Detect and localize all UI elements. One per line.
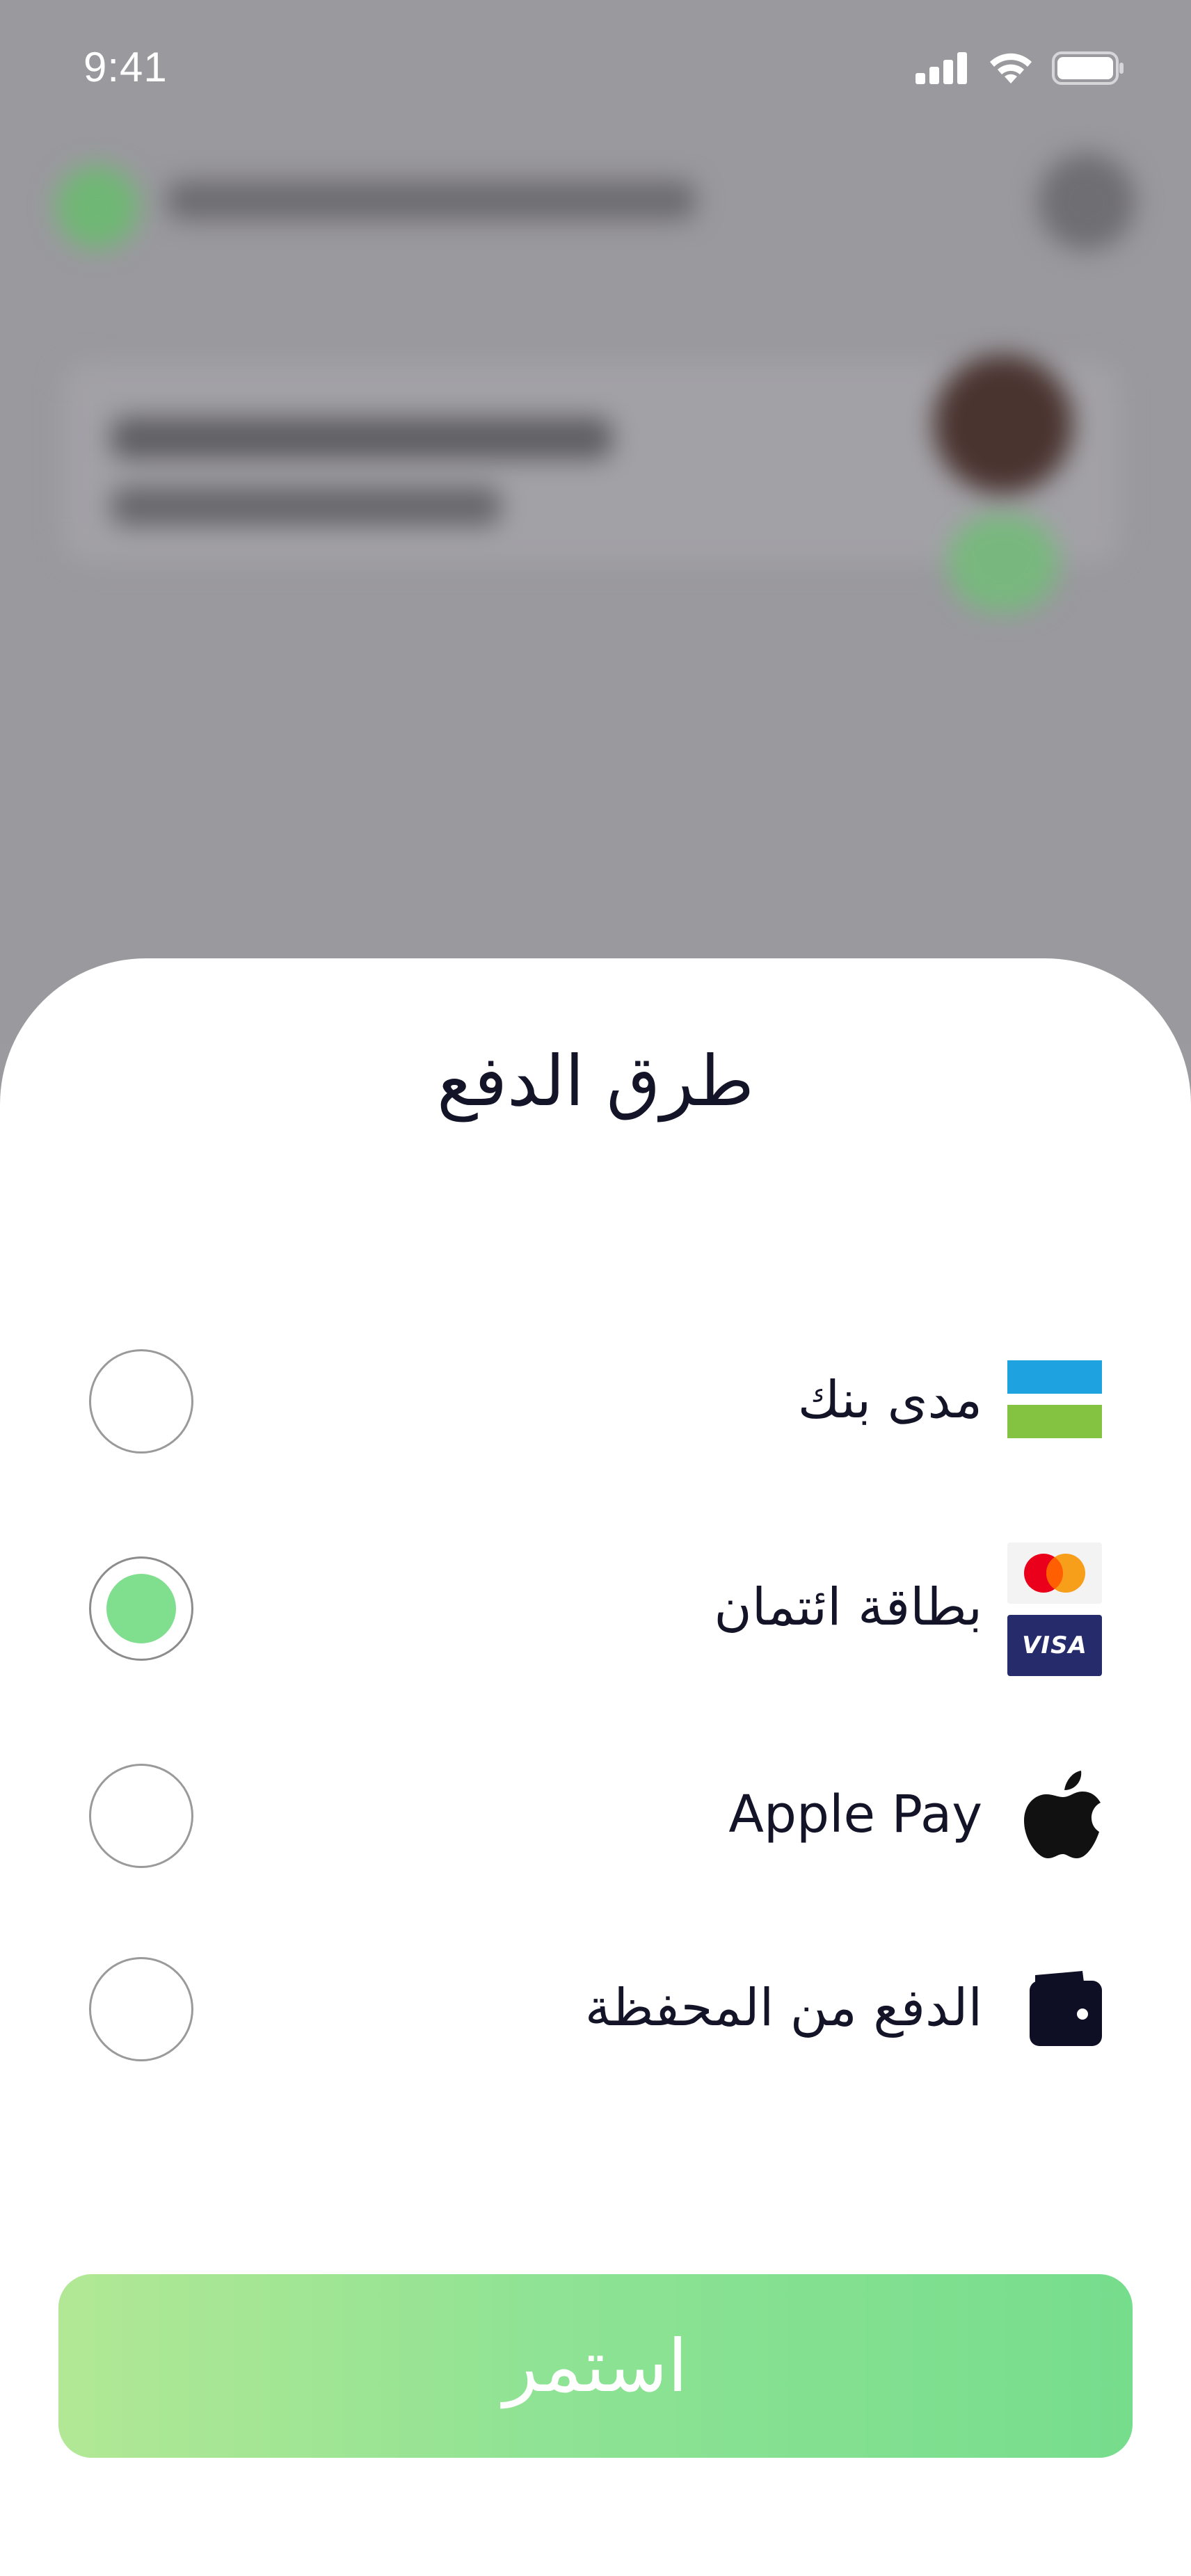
- blurred-badge: [948, 515, 1059, 612]
- blurred-content: [0, 125, 1191, 960]
- payment-option-wallet[interactable]: الدفع من المحفظة: [0, 1956, 1191, 2067]
- status-bar: 9:41: [0, 0, 1191, 146]
- blurred-header-text: [167, 181, 696, 220]
- status-time: 9:41: [83, 44, 168, 90]
- wallet-icon: [1030, 1971, 1102, 2046]
- visa-text: VISA: [1022, 1632, 1087, 1659]
- battery-icon: [1052, 51, 1124, 85]
- sheet-title: طرق الدفع: [437, 1040, 754, 1122]
- apple-icon: [1024, 1771, 1101, 1858]
- payment-option-label: بطاقة ائتمان: [714, 1577, 982, 1637]
- blurred-card-title: [111, 417, 612, 459]
- wifi-icon: [990, 53, 1032, 83]
- blurred-avatar: [934, 355, 1073, 494]
- continue-button[interactable]: استمر: [58, 2274, 1133, 2458]
- payment-methods-sheet: طرق الدفع مدى بنك بطاقة ائتمان VISA Appl…: [0, 958, 1191, 2576]
- payment-option-label: Apple Pay: [728, 1785, 982, 1844]
- radio-button[interactable]: [89, 1957, 193, 2061]
- payment-option-credit-card[interactable]: بطاقة ائتمان VISA: [0, 1543, 1191, 1676]
- payment-option-label: مدى بنك: [797, 1370, 982, 1430]
- cellular-signal-icon: [916, 52, 967, 84]
- radio-selected-dot: [106, 1574, 176, 1643]
- payment-option-label: الدفع من المحفظة: [584, 1978, 982, 2038]
- radio-button-selected[interactable]: [89, 1556, 193, 1661]
- status-icons: [916, 51, 1124, 85]
- mastercard-icon: [1007, 1543, 1102, 1604]
- payment-option-mada[interactable]: مدى بنك: [0, 1348, 1191, 1459]
- continue-button-label: استمر: [503, 2324, 688, 2408]
- radio-button[interactable]: [89, 1764, 193, 1868]
- payment-option-apple-pay[interactable]: Apple Pay: [0, 1762, 1191, 1874]
- mastercard-visa-icon: VISA: [1007, 1543, 1102, 1679]
- background-screen: [0, 0, 1191, 1043]
- mada-icon: [1007, 1360, 1102, 1438]
- blurred-status-dot: [56, 166, 139, 249]
- radio-button[interactable]: [89, 1349, 193, 1454]
- blurred-header-button: [1038, 153, 1135, 250]
- blurred-card-subtitle: [111, 487, 501, 526]
